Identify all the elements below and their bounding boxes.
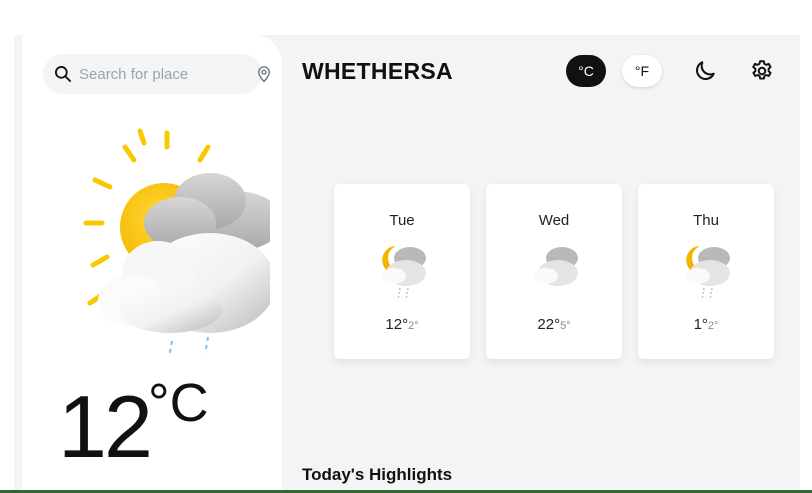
partly-cloudy-rain-icon	[83, 128, 270, 353]
forecast-card[interactable]: Thu 1°2°	[638, 184, 774, 359]
current-temperature-value: 12	[58, 377, 153, 476]
night-cloud-rain-icon	[686, 246, 730, 301]
forecast-temperatures: 22°5°	[486, 316, 622, 334]
moon-icon[interactable]	[692, 58, 718, 84]
forecast-card[interactable]: Tue 12°2°	[334, 184, 470, 359]
night-cloud-rain-icon	[382, 246, 426, 301]
search-icon[interactable]	[53, 64, 73, 84]
gear-icon[interactable]	[749, 58, 775, 84]
forecast-max-temp: 1°	[693, 316, 708, 333]
fahrenheit-toggle-button[interactable]: °F	[622, 55, 662, 87]
forecast-min-temp: 2°	[707, 320, 719, 332]
cloudy-icon	[534, 247, 578, 286]
search-input[interactable]	[79, 62, 229, 86]
forecast-day: Tue	[389, 212, 415, 229]
forecast-day: Wed	[538, 212, 570, 229]
forecast-temperatures: 12°2°	[334, 316, 470, 334]
forecast-day: Thu	[693, 212, 719, 229]
highlights-heading: Today's Highlights	[302, 465, 453, 484]
forecast-max-temp: 22°	[537, 316, 561, 333]
forecast-card[interactable]: Wed 22°5°	[486, 184, 622, 359]
app-title: WHETHERSA	[302, 58, 453, 84]
search-bar[interactable]	[43, 54, 270, 94]
forecast-temperatures: 1°2°	[638, 316, 774, 334]
current-temperature: 12 °C	[58, 373, 209, 477]
forecast-min-temp: 2°	[408, 320, 419, 332]
location-pin-icon[interactable]	[255, 65, 273, 83]
sidebar: 12 °C	[22, 35, 282, 493]
celsius-toggle-button[interactable]: °C	[566, 55, 606, 87]
forecast-min-temp: 5°	[560, 320, 571, 332]
app: 12 °C WHETHERSA °C °F Tue 12°2° Wed	[0, 0, 812, 493]
current-temperature-unit: °C	[148, 373, 209, 433]
forecast-max-temp: 12°	[385, 316, 409, 333]
